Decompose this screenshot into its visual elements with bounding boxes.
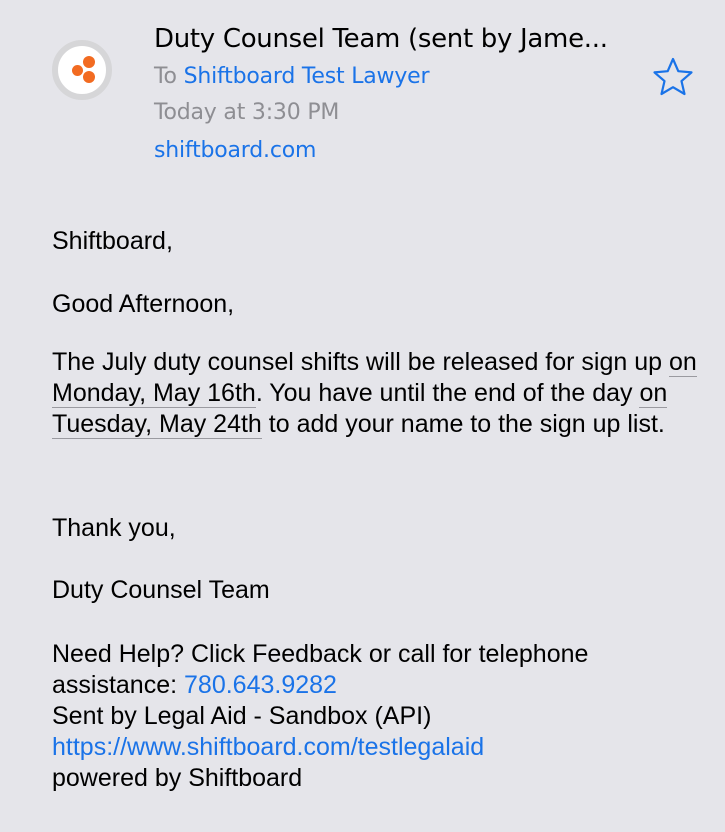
sent-date: Today at 3:30 PM <box>154 100 340 125</box>
logo-dot <box>72 65 83 76</box>
sender-avatar[interactable] <box>52 40 112 100</box>
recipient-line: To Shiftboard Test Lawyer <box>154 64 430 89</box>
to-label: To <box>154 64 177 89</box>
salutation: Good Afternoon, <box>52 290 235 318</box>
recipient-name[interactable]: Shiftboard Test Lawyer <box>184 64 430 89</box>
closing: Thank you, <box>52 514 176 542</box>
main-paragraph: The July duty counsel shifts will be rel… <box>52 347 702 440</box>
footer: Need Help? Click Feedback or call for te… <box>52 639 702 794</box>
shiftboard-url-link[interactable]: https://www.shiftboard.com/testlegalaid <box>52 733 484 761</box>
signature: Duty Counsel Team <box>52 576 270 604</box>
star-icon[interactable] <box>652 56 694 98</box>
logo-dot <box>83 71 95 83</box>
sent-by: Sent by Legal Aid - Sandbox (API) <box>52 702 432 730</box>
main-text: The July duty counsel shifts will be rel… <box>52 348 669 376</box>
email-header: Duty Counsel Team (sent by Jame... To Sh… <box>0 0 725 180</box>
greeting: Shiftboard, <box>52 227 173 255</box>
powered-by: powered by Shiftboard <box>52 764 303 792</box>
sender-domain-link[interactable]: shiftboard.com <box>154 138 316 163</box>
main-text: to add your name to the sign up list. <box>261 410 665 438</box>
phone-link[interactable]: 780.643.9282 <box>184 671 337 699</box>
sender-name[interactable]: Duty Counsel Team (sent by Jame... <box>154 24 608 54</box>
logo-dot <box>83 56 95 68</box>
main-text: . You have until the end of the day <box>255 379 640 407</box>
